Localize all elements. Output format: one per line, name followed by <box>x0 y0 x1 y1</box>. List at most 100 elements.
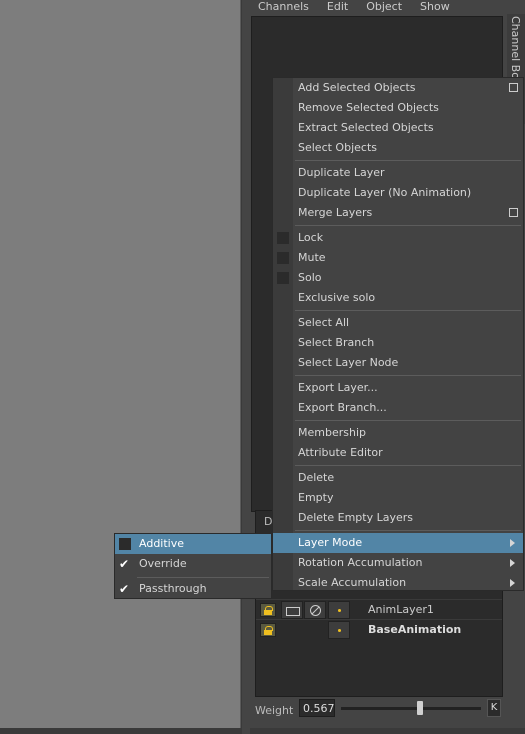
weight-label: Weight <box>255 704 294 717</box>
layer-mode-override[interactable]: ✔ Override <box>115 554 271 574</box>
menu-item-merge-layers[interactable]: Merge Layers <box>273 203 523 223</box>
menu-item-label: Export Branch... <box>298 401 387 414</box>
menu-item-select-branch[interactable]: Select Branch <box>273 333 523 353</box>
submenu-arrow-icon <box>510 579 515 587</box>
no-entry-icon <box>310 605 321 616</box>
layer-mode-submenu: Additive ✔ Override ✔ Passthrough <box>114 533 272 599</box>
menu-separator <box>295 375 521 376</box>
submenu-arrow-icon <box>510 559 515 567</box>
menu-item-label: Layer Mode <box>298 536 363 549</box>
checkmark-icon: ✔ <box>119 582 130 596</box>
menu-item-add-selected-objects[interactable]: Add Selected Objects <box>273 78 523 98</box>
submenu-arrow-icon <box>510 539 515 547</box>
menu-item-attribute-editor[interactable]: Attribute Editor <box>273 443 523 463</box>
menu-item-delete[interactable]: Delete <box>273 468 523 488</box>
menu-separator <box>137 577 269 578</box>
viewport-panel[interactable] <box>0 0 241 728</box>
option-box-icon[interactable] <box>509 83 518 92</box>
menu-item-exclusive-solo[interactable]: Exclusive solo <box>273 288 523 308</box>
menu-separator <box>295 465 521 466</box>
menu-item-export-branch[interactable]: Export Branch... <box>273 398 523 418</box>
menu-item-layer-mode[interactable]: Layer Mode <box>273 533 523 553</box>
layer-row-baseanimation[interactable]: BaseAnimation <box>256 619 502 640</box>
menu-separator <box>295 225 521 226</box>
rectangle-icon <box>286 607 300 616</box>
dot-icon <box>338 609 341 612</box>
menu-item-membership[interactable]: Membership <box>273 423 523 443</box>
menu-item-empty[interactable]: Empty <box>273 488 523 508</box>
menu-item-delete-empty-layers[interactable]: Delete Empty Layers <box>273 508 523 528</box>
menu-item-label: Passthrough <box>139 582 207 595</box>
menu-item-label: Extract Selected Objects <box>298 121 434 134</box>
checkmark-icon: ✔ <box>119 557 130 571</box>
menu-item-select-objects[interactable]: Select Objects <box>273 138 523 158</box>
checkbox-icon[interactable] <box>277 272 289 284</box>
menu-item-extract-selected-objects[interactable]: Extract Selected Objects <box>273 118 523 138</box>
weight-slider-track[interactable] <box>341 707 481 710</box>
menu-item-label: Mute <box>298 251 326 264</box>
menu-item-label: Attribute Editor <box>298 446 383 459</box>
menu-item-label: Select Objects <box>298 141 377 154</box>
menu-item-duplicate-layer-no-animation[interactable]: Duplicate Layer (No Animation) <box>273 183 523 203</box>
checkbox-icon[interactable] <box>277 232 289 244</box>
menu-item-label: Remove Selected Objects <box>298 101 439 114</box>
lock-icon[interactable] <box>260 603 276 617</box>
menu-item-label: Scale Accumulation <box>298 576 407 589</box>
menu-edit[interactable]: Edit <box>318 0 357 16</box>
menu-item-label: Membership <box>298 426 366 439</box>
layer-row-animlayer1[interactable]: AnimLayer1 <box>256 599 502 620</box>
dot-icon <box>338 629 341 632</box>
menu-item-mute[interactable]: Mute <box>273 248 523 268</box>
menu-separator <box>295 160 521 161</box>
menu-item-select-all[interactable]: Select All <box>273 313 523 333</box>
checkbox-icon[interactable] <box>119 538 131 550</box>
layer-context-menu: Add Selected Objects Remove Selected Obje… <box>272 77 524 591</box>
menu-item-export-layer[interactable]: Export Layer... <box>273 378 523 398</box>
channel-box-menubar: Channels Edit Object Show <box>249 0 505 16</box>
menu-item-rotation-accumulation[interactable]: Rotation Accumulation <box>273 553 523 573</box>
menu-item-remove-selected-objects[interactable]: Remove Selected Objects <box>273 98 523 118</box>
menu-item-label: Empty <box>298 491 334 504</box>
layer-mute-button[interactable] <box>304 601 326 619</box>
menu-item-label: Duplicate Layer (No Animation) <box>298 186 472 199</box>
menu-item-label: Delete <box>298 471 335 484</box>
layer-visibility-button[interactable] <box>281 601 303 619</box>
menu-item-label: Export Layer... <box>298 381 378 394</box>
key-weight-button[interactable]: K <box>487 699 501 717</box>
menu-item-label: Select Layer Node <box>298 356 399 369</box>
menu-object[interactable]: Object <box>357 0 411 16</box>
menu-item-label: Lock <box>298 231 324 244</box>
option-box-icon[interactable] <box>509 208 518 217</box>
menu-item-label: Additive <box>139 537 184 550</box>
menu-item-label: Solo <box>298 271 322 284</box>
menu-item-solo[interactable]: Solo <box>273 268 523 288</box>
menu-item-select-layer-node[interactable]: Select Layer Node <box>273 353 523 373</box>
menu-channels[interactable]: Channels <box>249 0 318 16</box>
menu-item-label: Select All <box>298 316 350 329</box>
lock-icon[interactable] <box>260 623 276 637</box>
checkbox-icon[interactable] <box>277 252 289 264</box>
menu-item-label: Rotation Accumulation <box>298 556 423 569</box>
menu-item-label: Add Selected Objects <box>298 81 416 94</box>
layer-solo-button[interactable] <box>328 601 350 619</box>
menu-item-label: Duplicate Layer <box>298 166 385 179</box>
layer-mode-additive[interactable]: Additive <box>115 534 271 554</box>
menu-item-label: Exclusive solo <box>298 291 376 304</box>
menu-separator <box>295 310 521 311</box>
layer-name: AnimLayer1 <box>368 603 434 616</box>
weight-bar: Weight K <box>253 699 501 721</box>
menu-item-label: Merge Layers <box>298 206 373 219</box>
menu-show[interactable]: Show <box>411 0 459 16</box>
menu-item-duplicate-layer[interactable]: Duplicate Layer <box>273 163 523 183</box>
layer-solo-button[interactable] <box>328 621 350 639</box>
layer-mode-passthrough[interactable]: ✔ Passthrough <box>115 579 271 599</box>
menu-item-label: Select Branch <box>298 336 375 349</box>
layer-name: BaseAnimation <box>368 623 462 636</box>
bottom-strip <box>0 728 525 734</box>
menu-separator <box>295 530 521 531</box>
menu-item-label: Override <box>139 557 187 570</box>
weight-field[interactable] <box>299 699 335 717</box>
menu-item-lock[interactable]: Lock <box>273 228 523 248</box>
weight-slider-thumb[interactable] <box>417 701 424 715</box>
menu-item-scale-accumulation[interactable]: Scale Accumulation <box>273 573 523 593</box>
